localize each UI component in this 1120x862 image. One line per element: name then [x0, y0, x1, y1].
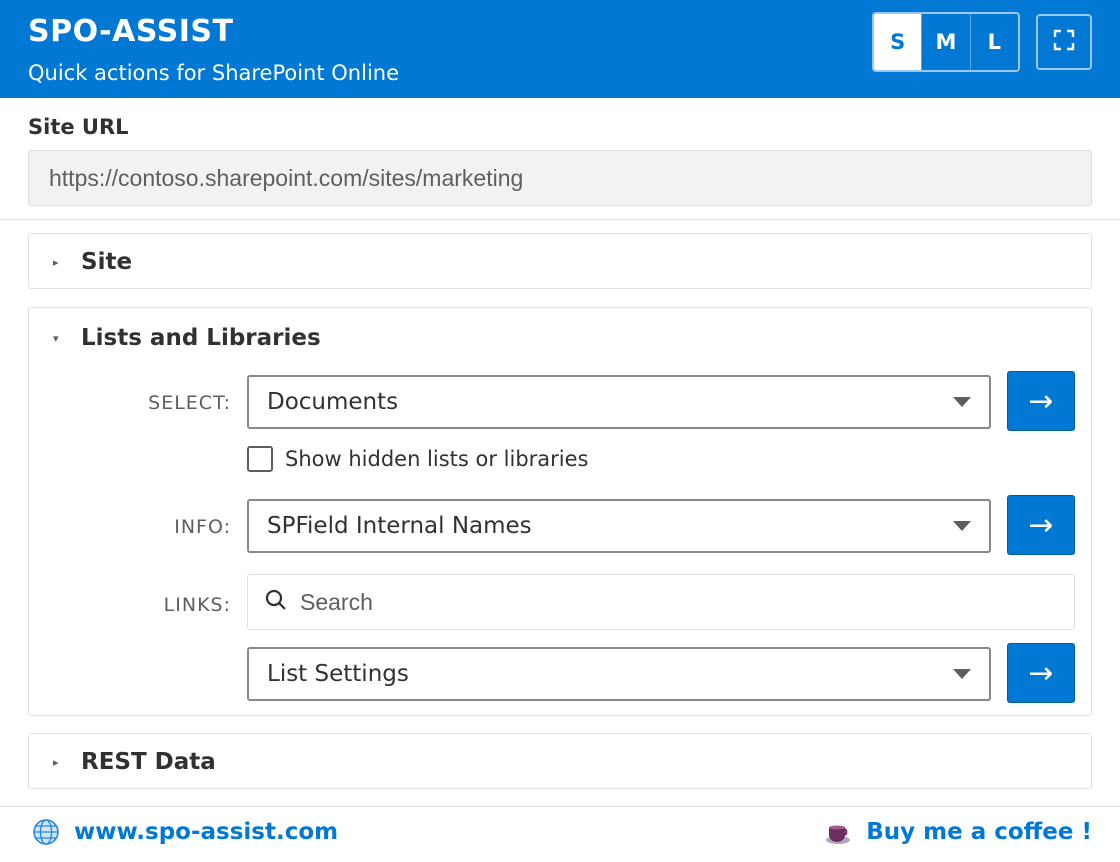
info-go-button[interactable]: →: [1007, 495, 1075, 555]
lists-section-header[interactable]: ▾ Lists and Libraries: [29, 308, 1091, 368]
size-toggle-group: S M L: [872, 12, 1020, 72]
rest-section: ▸ REST Data: [28, 733, 1092, 789]
info-select-value: SPField Internal Names: [267, 513, 532, 539]
website-link[interactable]: www.spo-assist.com: [32, 818, 338, 846]
show-hidden-label: Show hidden lists or libraries: [285, 447, 589, 471]
size-medium-button[interactable]: M: [921, 14, 970, 70]
size-small-button[interactable]: S: [874, 14, 922, 70]
links-select-dropdown[interactable]: List Settings: [247, 647, 991, 701]
fullscreen-icon: [1053, 29, 1075, 55]
site-section-header[interactable]: ▸ Site: [29, 234, 1091, 290]
lists-section-title: Lists and Libraries: [81, 325, 321, 351]
dropdown-arrow-icon: [953, 397, 971, 407]
app-header: SPO-ASSIST Quick actions for SharePoint …: [0, 0, 1120, 98]
site-section-title: Site: [81, 249, 133, 275]
divider: [0, 219, 1120, 220]
caret-down-icon: ▾: [53, 331, 59, 345]
show-hidden-option[interactable]: Show hidden lists or libraries: [247, 446, 589, 472]
app-title: SPO-ASSIST: [28, 14, 234, 49]
list-select-value: Documents: [267, 389, 399, 415]
lists-section: ▾ Lists and Libraries SELECT: Documents …: [28, 307, 1092, 716]
show-hidden-checkbox[interactable]: [247, 446, 273, 472]
dropdown-arrow-icon: [953, 669, 971, 679]
buy-coffee-link[interactable]: Buy me a coffee !: [824, 818, 1092, 846]
dropdown-arrow-icon: [953, 521, 971, 531]
globe-icon: [32, 818, 60, 846]
links-go-button[interactable]: →: [1007, 643, 1075, 703]
arrow-right-icon: →: [1028, 655, 1054, 691]
arrow-right-icon: →: [1028, 383, 1054, 419]
info-select-dropdown[interactable]: SPField Internal Names: [247, 499, 991, 553]
website-link-text: www.spo-assist.com: [74, 819, 339, 845]
select-label: SELECT:: [148, 392, 231, 414]
site-url-label: Site URL: [28, 115, 129, 139]
divider: [0, 806, 1120, 807]
arrow-right-icon: →: [1028, 507, 1054, 543]
coffee-cup-icon: [824, 818, 852, 846]
select-go-button[interactable]: →: [1007, 371, 1075, 431]
caret-right-icon: ▸: [53, 755, 59, 769]
links-select-value: List Settings: [267, 661, 409, 687]
search-icon: [264, 588, 288, 616]
links-search-input[interactable]: [300, 588, 1060, 616]
buy-coffee-text: Buy me a coffee !: [866, 819, 1092, 845]
site-url-field[interactable]: [28, 150, 1092, 206]
rest-section-title: REST Data: [81, 749, 216, 775]
size-large-button[interactable]: L: [969, 14, 1018, 70]
app-subtitle: Quick actions for SharePoint Online: [28, 61, 400, 85]
caret-right-icon: ▸: [53, 255, 59, 269]
site-section: ▸ Site: [28, 233, 1092, 289]
links-search-box: [247, 574, 1075, 630]
rest-section-header[interactable]: ▸ REST Data: [29, 734, 1091, 790]
list-select-dropdown[interactable]: Documents: [247, 375, 991, 429]
fullscreen-button[interactable]: [1036, 14, 1092, 70]
info-label: INFO:: [174, 516, 231, 538]
links-label: LINKS:: [163, 594, 231, 616]
